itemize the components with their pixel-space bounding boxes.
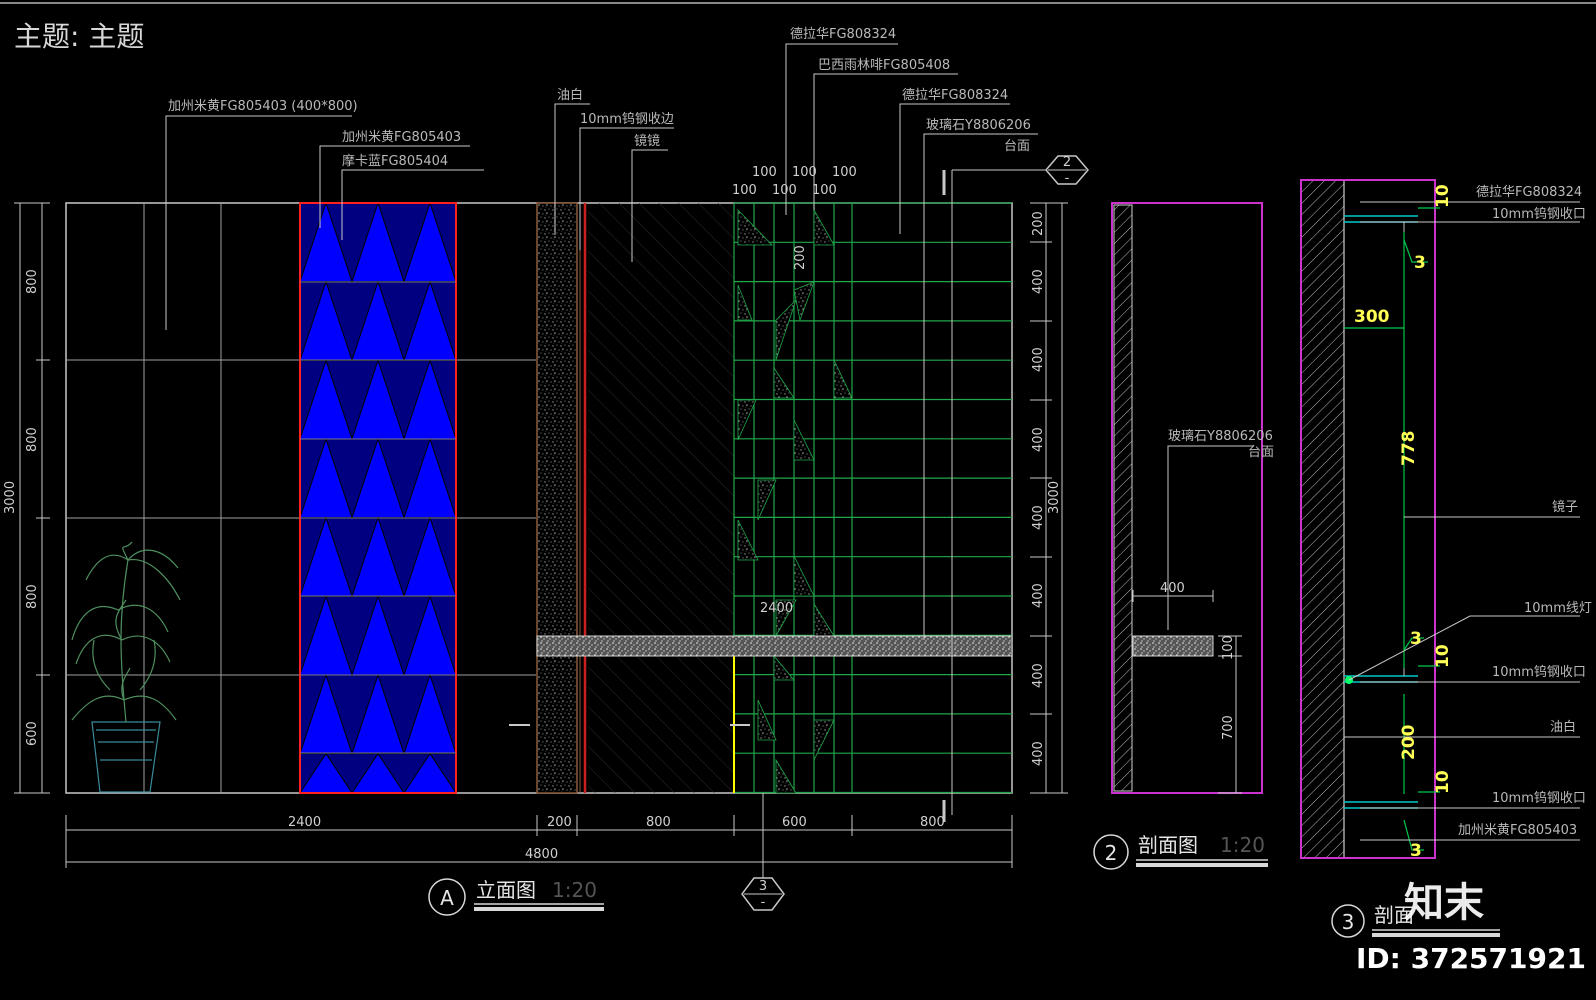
label-glass-stone: 玻璃石Y8806206: [926, 118, 1031, 133]
callout-2-marker[interactable]: 2 -: [1045, 155, 1089, 186]
svg-text:800: 800: [25, 269, 40, 294]
label-copper-edge: 10mm钨钢收边: [580, 111, 674, 127]
potted-plant: [71, 541, 181, 793]
svg-text:台面: 台面: [1248, 445, 1274, 460]
callout-3-marker[interactable]: 3 -: [741, 793, 785, 911]
svg-text:100: 100: [812, 183, 837, 198]
label-mirror: 镜镜: [634, 134, 660, 149]
svg-text:600: 600: [25, 721, 40, 746]
svg-text:3: 3: [1410, 841, 1422, 861]
svg-text:400: 400: [1031, 269, 1046, 294]
svg-text:德拉华FG808324: 德拉华FG808324: [1476, 185, 1582, 200]
svg-text:700: 700: [1221, 715, 1236, 740]
dim-bottom-800b: 800: [920, 815, 945, 830]
svg-text:油白: 油白: [1550, 719, 1576, 735]
green-tile-grid: [733, 202, 1012, 794]
label-beige-tile: 加州米黄FG805403: [342, 130, 461, 145]
svg-text:400: 400: [1031, 741, 1046, 766]
dim-total-4800: 4800: [525, 847, 558, 862]
svg-text:2: 2: [1105, 841, 1118, 865]
countertop-slab: [536, 635, 1013, 657]
dim-bottom-2400: 2400: [288, 815, 321, 830]
svg-text:10mm钨钢收口: 10mm钨钢收口: [1492, 664, 1586, 680]
svg-text:10mm线灯: 10mm线灯: [1524, 601, 1592, 616]
label-paint-white: 油白: [557, 87, 583, 103]
label-dlh-top: 德拉华FG808324: [790, 27, 896, 42]
svg-text:400: 400: [1031, 583, 1046, 608]
paint-white-column: [536, 202, 578, 794]
dim-bottom-800a: 800: [646, 815, 671, 830]
section-2: 玻璃石Y8806206 台面 400 100 700 2 剖面图 1:20: [1093, 202, 1274, 870]
svg-text:加州米黄FG805403: 加州米黄FG805403: [1458, 823, 1577, 838]
svg-text:100: 100: [832, 165, 857, 180]
section2-countertop: [1132, 635, 1214, 657]
svg-text:200: 200: [1399, 724, 1419, 760]
elevation-title: A 立面图 1:20: [428, 878, 604, 916]
label-countertop: 台面: [1004, 139, 1030, 154]
svg-text:3: 3: [1342, 910, 1355, 934]
dim-bottom-200: 200: [547, 815, 572, 830]
svg-text:400: 400: [1031, 427, 1046, 452]
drawing-title: 主题: 主题: [14, 20, 144, 53]
svg-text:400: 400: [1031, 663, 1046, 688]
mirror-area: [588, 203, 734, 793]
svg-text:800: 800: [25, 584, 40, 609]
svg-text:778: 778: [1399, 431, 1419, 467]
svg-text:800: 800: [25, 427, 40, 452]
section-3: 德拉华FG808324 10mm钨钢收口 镜子 10mm线灯 10mm钨钢收口 …: [1300, 179, 1592, 938]
svg-text:400: 400: [1031, 505, 1046, 530]
watermark-logo: 知末: [1404, 880, 1484, 926]
svg-text:100: 100: [1221, 635, 1236, 660]
svg-text:2400: 2400: [760, 601, 793, 616]
svg-text:镜子: 镜子: [1552, 500, 1578, 515]
svg-text:玻璃石Y8806206: 玻璃石Y8806206: [1168, 429, 1273, 444]
svg-text:200: 200: [793, 245, 808, 270]
label-mocha-blue: 摩卡蓝FG805404: [342, 153, 448, 169]
svg-text:3: 3: [1410, 629, 1422, 649]
section2-title: 2 剖面图 1:20: [1093, 833, 1268, 870]
svg-text:-: -: [1065, 171, 1070, 186]
svg-text:3000: 3000: [1047, 481, 1062, 514]
svg-text:100: 100: [792, 165, 817, 180]
svg-text:3: 3: [759, 879, 767, 894]
svg-text:200: 200: [1031, 211, 1046, 236]
svg-text:1:20: 1:20: [1220, 833, 1265, 857]
svg-text:300: 300: [1354, 307, 1390, 327]
svg-text:3: 3: [1414, 253, 1426, 273]
watermark: 知末 ID: 372571921: [1356, 880, 1586, 975]
svg-text:2: 2: [1063, 155, 1071, 170]
svg-text:A: A: [440, 886, 454, 910]
cad-drawing-canvas: 主题: 主题 2 - 3 - 加州米黄FG805403 (400*800) 加州…: [0, 2, 1596, 975]
svg-text:400: 400: [1160, 581, 1185, 596]
elevation-a: 2 - 3 - 加州米黄FG805403 (400*800) 加州米黄FG805: [65, 27, 1089, 911]
svg-text:100: 100: [772, 183, 797, 198]
watermark-id: ID: 372571921: [1356, 942, 1586, 975]
dim-bottom-600: 600: [782, 815, 807, 830]
svg-text:-: -: [761, 895, 766, 910]
svg-text:10: 10: [1433, 644, 1453, 668]
svg-text:剖面图: 剖面图: [1138, 833, 1198, 857]
svg-text:400: 400: [1031, 347, 1046, 372]
svg-text:100: 100: [732, 183, 757, 198]
svg-text:10mm钨钢收口: 10mm钨钢收口: [1492, 790, 1586, 806]
svg-text:1:20: 1:20: [552, 878, 597, 902]
svg-text:10: 10: [1433, 770, 1453, 794]
mocha-blue-panel: [299, 201, 457, 794]
svg-text:3000: 3000: [3, 481, 18, 514]
label-brazil: 巴西雨林啡FG805408: [818, 58, 950, 73]
svg-text:10: 10: [1433, 184, 1453, 208]
svg-text:立面图: 立面图: [476, 878, 536, 902]
svg-text:10mm钨钢收口: 10mm钨钢收口: [1492, 206, 1586, 222]
label-beige-tile-400x800: 加州米黄FG805403 (400*800): [168, 99, 358, 114]
label-dlh-2: 德拉华FG808324: [902, 88, 1008, 103]
svg-text:100: 100: [752, 165, 777, 180]
